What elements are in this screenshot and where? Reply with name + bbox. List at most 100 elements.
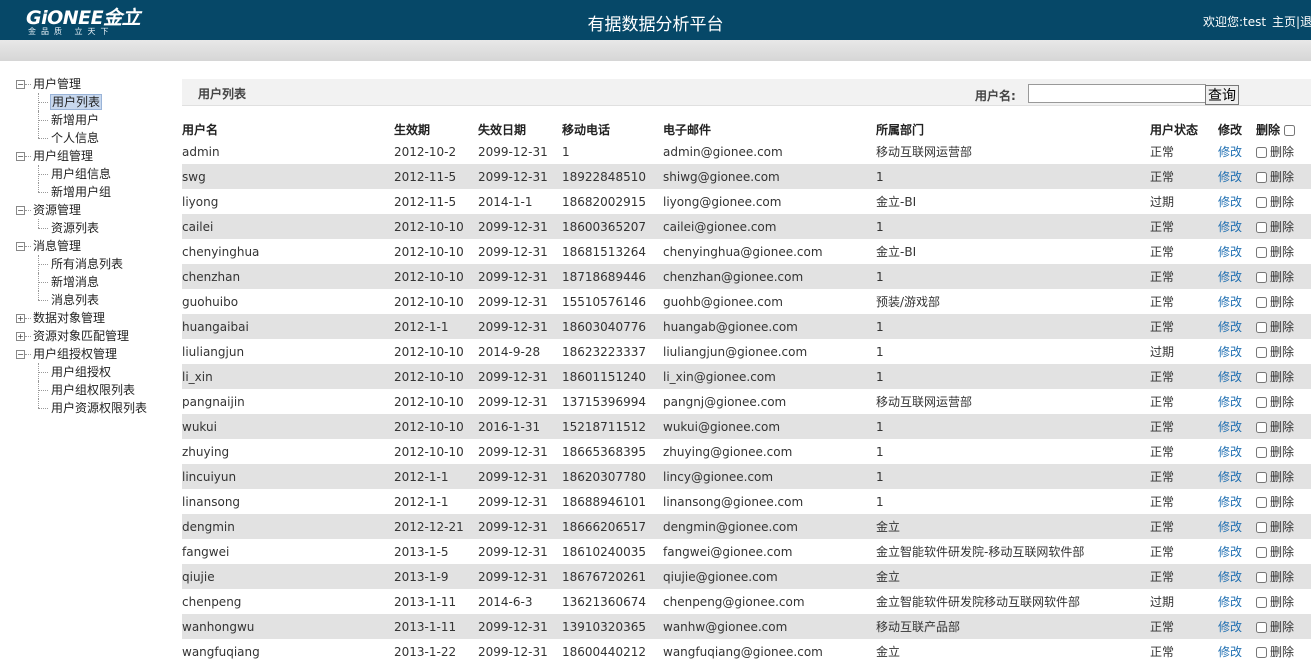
- delete-checkbox[interactable]: [1256, 397, 1267, 408]
- cell-start-date: 2012-10-10: [394, 344, 464, 359]
- delete-checkbox[interactable]: [1256, 497, 1267, 508]
- sidebar-group[interactable]: − 用户组授权管理: [14, 345, 174, 363]
- sidebar-group[interactable]: + 数据对象管理: [14, 309, 174, 327]
- sidebar-item[interactable]: 所有消息列表: [14, 255, 174, 273]
- delete-checkbox[interactable]: [1256, 447, 1267, 458]
- sidebar-item[interactable]: 资源列表: [14, 219, 174, 237]
- sidebar-item[interactable]: 用户组授权: [14, 363, 174, 381]
- delete-checkbox[interactable]: [1256, 522, 1267, 533]
- delete-checkbox[interactable]: [1256, 347, 1267, 358]
- edit-link[interactable]: 修改: [1218, 570, 1242, 584]
- edit-link[interactable]: 修改: [1218, 595, 1242, 609]
- sidebar-item[interactable]: 用户组权限列表: [14, 381, 174, 399]
- edit-link[interactable]: 修改: [1218, 345, 1242, 359]
- sidebar-group[interactable]: − 资源管理: [14, 201, 174, 219]
- edit-link[interactable]: 修改: [1218, 295, 1242, 309]
- expand-toggle-icon[interactable]: +: [16, 332, 25, 341]
- sidebar-group[interactable]: − 用户管理: [14, 75, 174, 93]
- edit-link[interactable]: 修改: [1218, 420, 1242, 434]
- collapse-toggle-icon[interactable]: −: [16, 80, 25, 89]
- delete-checkbox[interactable]: [1256, 272, 1267, 283]
- cell-department: 移动互联网运营部: [876, 395, 973, 409]
- sidebar-item[interactable]: 新增消息: [14, 273, 174, 291]
- sidebar-group[interactable]: − 消息管理: [14, 237, 174, 255]
- edit-link[interactable]: 修改: [1218, 620, 1242, 634]
- home-link[interactable]: 主页: [1272, 15, 1296, 29]
- table-row: admin 2012-10-2 2099-12-31 1 admin@gionee.co…: [182, 139, 1311, 164]
- sidebar-item[interactable]: 用户列表: [14, 93, 174, 111]
- cell-start-date: 2012-10-10: [394, 444, 464, 459]
- cell-edit: 修改: [1218, 139, 1256, 164]
- cell-delete: 删除: [1256, 314, 1311, 339]
- tree-connector: [25, 246, 31, 247]
- delete-checkbox[interactable]: [1256, 197, 1267, 208]
- sidebar-item[interactable]: 个人信息: [14, 129, 174, 147]
- delete-label: 删除: [1270, 545, 1295, 559]
- edit-link[interactable]: 修改: [1218, 445, 1242, 459]
- edit-link[interactable]: 修改: [1218, 545, 1242, 559]
- edit-link[interactable]: 修改: [1218, 370, 1242, 384]
- delete-checkbox[interactable]: [1256, 297, 1267, 308]
- delete-checkbox[interactable]: [1256, 597, 1267, 608]
- cell-end-date: 2099-12-31: [478, 364, 562, 389]
- edit-link[interactable]: 修改: [1218, 495, 1242, 509]
- delete-checkbox[interactable]: [1256, 572, 1267, 583]
- delete-checkbox[interactable]: [1256, 222, 1267, 233]
- edit-link[interactable]: 修改: [1218, 270, 1242, 284]
- sidebar-item[interactable]: 消息列表: [14, 291, 174, 309]
- collapse-toggle-icon[interactable]: −: [16, 350, 25, 359]
- delete-checkbox[interactable]: [1256, 322, 1267, 333]
- cell-end-date: 2099-12-31: [478, 444, 548, 459]
- edit-link[interactable]: 修改: [1218, 320, 1242, 334]
- edit-link[interactable]: 修改: [1218, 220, 1242, 234]
- cell-edit: 修改: [1218, 264, 1256, 289]
- delete-checkbox[interactable]: [1256, 472, 1267, 483]
- collapse-toggle-icon[interactable]: −: [16, 152, 25, 161]
- tree-connector: [38, 282, 48, 283]
- delete-checkbox[interactable]: [1256, 172, 1267, 183]
- cell-start-date: 2012-10-10: [394, 244, 464, 259]
- cell-edit: 修改: [1218, 439, 1256, 464]
- delete-checkbox[interactable]: [1256, 547, 1267, 558]
- edit-link[interactable]: 修改: [1218, 470, 1242, 484]
- edit-link[interactable]: 修改: [1218, 195, 1242, 209]
- search-button[interactable]: 查询: [1205, 85, 1239, 105]
- delete-checkbox[interactable]: [1256, 247, 1267, 258]
- sidebar-item-label: 用户资源权限列表: [51, 401, 148, 415]
- cell-start-date: 2012-1-1: [394, 314, 478, 339]
- table-row: wanhongwu 2013-1-11 2099-12-31 13910320365 w…: [182, 614, 1311, 639]
- cell-delete: 删除: [1256, 414, 1311, 439]
- delete-checkbox[interactable]: [1256, 422, 1267, 433]
- edit-link[interactable]: 修改: [1218, 520, 1242, 534]
- sidebar-group[interactable]: − 用户组管理: [14, 147, 174, 165]
- expand-toggle-icon[interactable]: +: [16, 314, 25, 323]
- cell-status: 过期: [1150, 345, 1175, 359]
- delete-checkbox[interactable]: [1256, 622, 1267, 633]
- edit-link[interactable]: 修改: [1218, 170, 1242, 184]
- sidebar-group[interactable]: + 资源对象匹配管理: [14, 327, 174, 345]
- sidebar-item[interactable]: 新增用户组: [14, 183, 174, 201]
- col-delete-label: 删除: [1256, 122, 1281, 137]
- cell-end-date: 2099-12-31: [478, 644, 548, 659]
- delete-checkbox[interactable]: [1256, 372, 1267, 383]
- cell-email: linansong@gionee.com: [663, 494, 804, 509]
- cell-status: 正常: [1150, 464, 1218, 489]
- collapse-toggle-icon[interactable]: −: [16, 206, 25, 215]
- sidebar-group-label: 资源对象匹配管理: [33, 329, 130, 343]
- collapse-toggle-icon[interactable]: −: [16, 242, 25, 251]
- delete-checkbox[interactable]: [1256, 647, 1267, 658]
- sidebar-item[interactable]: 用户组信息: [14, 165, 174, 183]
- delete-label: 删除: [1270, 295, 1295, 309]
- edit-link[interactable]: 修改: [1218, 395, 1242, 409]
- cell-username: wanhongwu: [182, 614, 394, 639]
- username-search-input[interactable]: [1028, 84, 1206, 103]
- sidebar-item[interactable]: 用户资源权限列表: [14, 399, 174, 417]
- sidebar-item[interactable]: 新增用户: [14, 111, 174, 129]
- logout-link[interactable]: 退: [1300, 15, 1311, 29]
- cell-start-date: 2012-10-10: [394, 364, 478, 389]
- select-all-checkbox[interactable]: [1284, 124, 1296, 136]
- delete-checkbox[interactable]: [1256, 147, 1267, 158]
- edit-link[interactable]: 修改: [1218, 145, 1242, 159]
- edit-link[interactable]: 修改: [1218, 245, 1242, 259]
- edit-link[interactable]: 修改: [1218, 645, 1242, 659]
